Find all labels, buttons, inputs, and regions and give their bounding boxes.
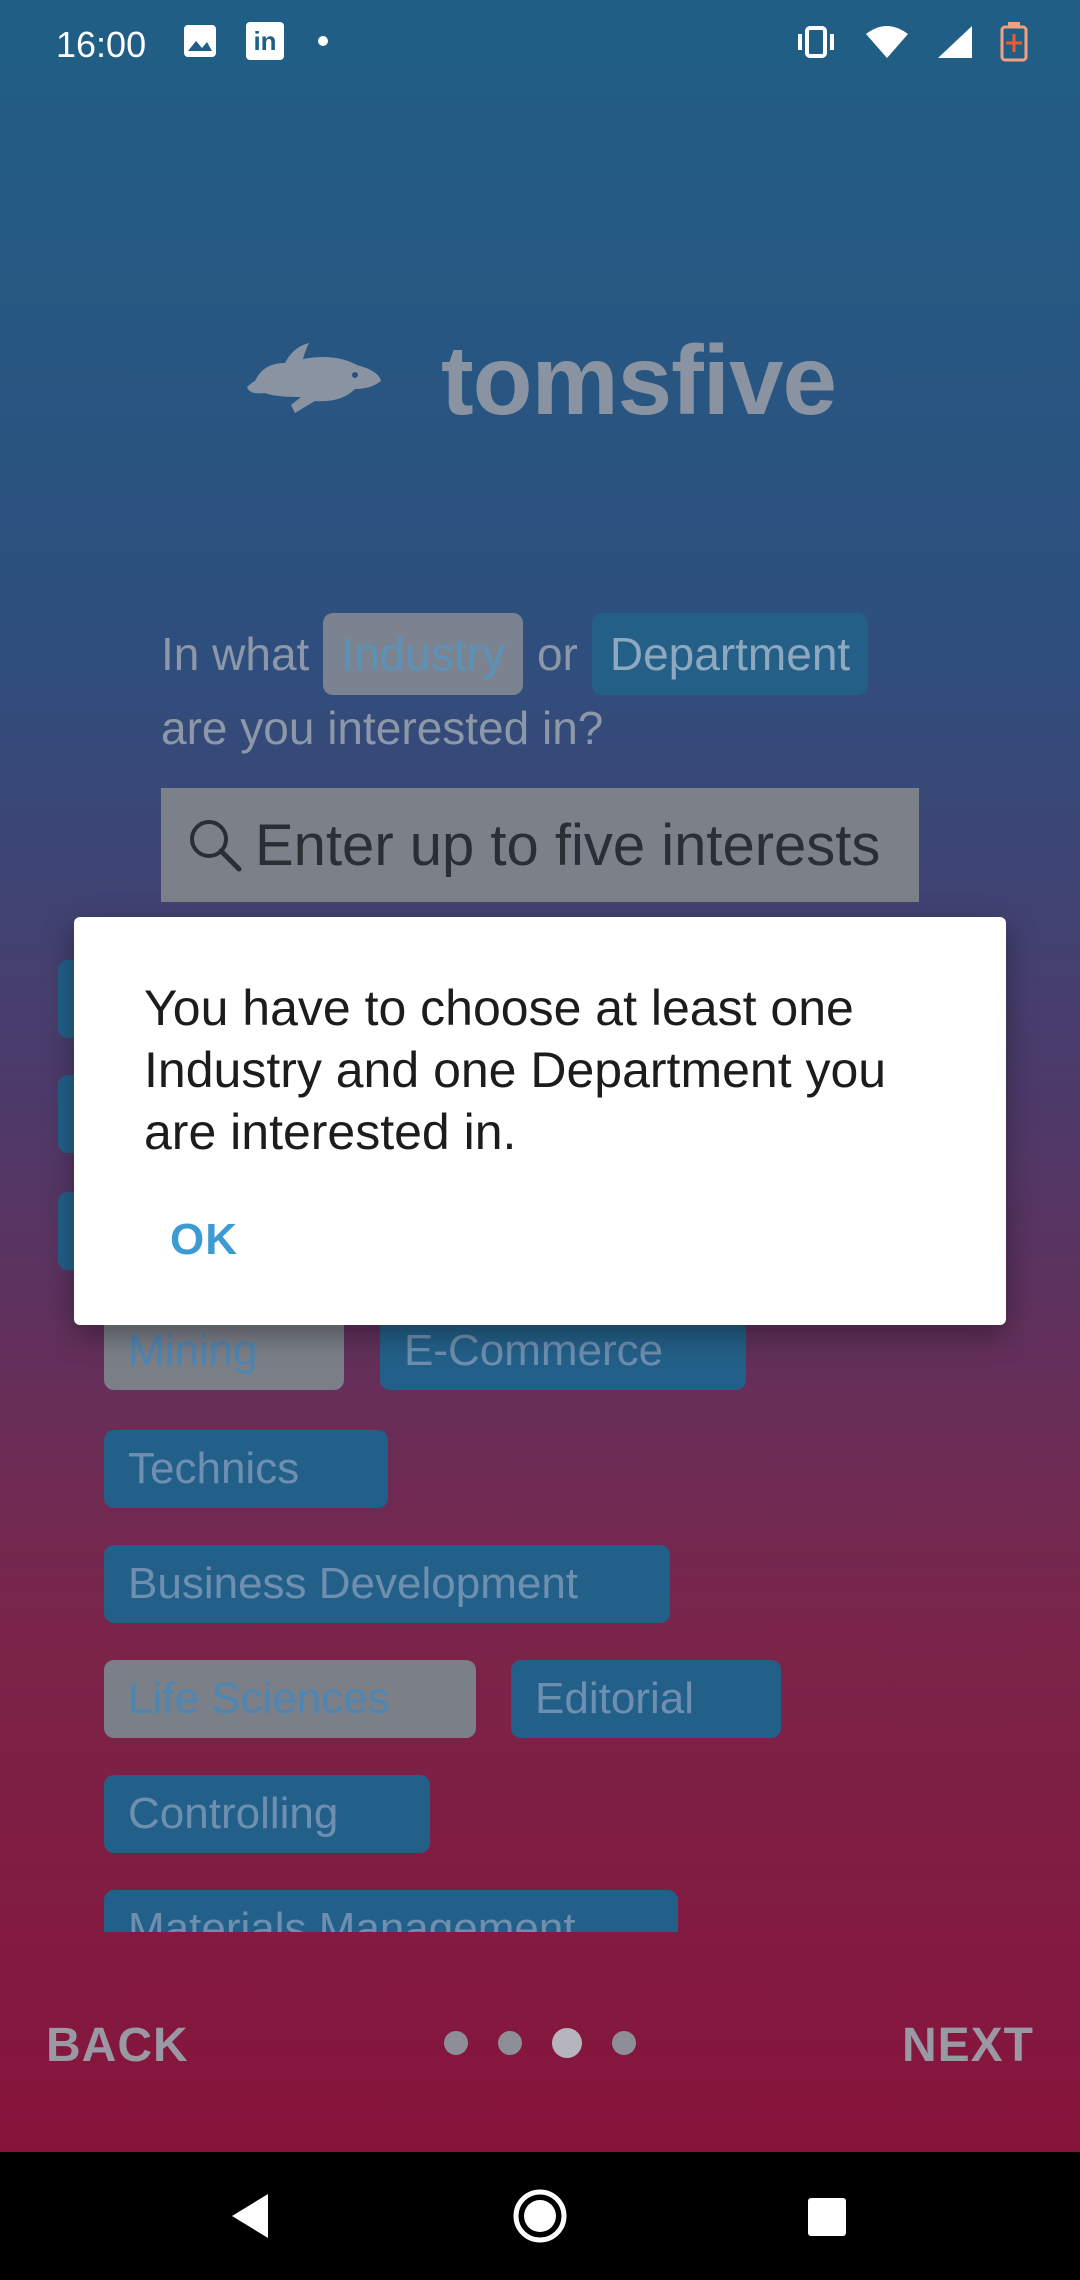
- chip-technics[interactable]: Technics: [104, 1430, 388, 1508]
- chip-editorial[interactable]: Editorial: [511, 1660, 781, 1738]
- back-button[interactable]: BACK: [46, 2018, 189, 2073]
- question-connector: or: [536, 628, 578, 680]
- question-line-1: In what Industry or Department: [161, 613, 941, 695]
- page-dot-4: [612, 2031, 636, 2055]
- question-suffix: are you interested in?: [161, 702, 604, 754]
- back-nav-icon[interactable]: [228, 2192, 272, 2240]
- chip-controlling[interactable]: Controlling: [104, 1775, 430, 1853]
- question-prefix: In what: [161, 628, 310, 680]
- department-pill: Department: [591, 613, 869, 695]
- image-icon: [184, 25, 216, 57]
- status-right-icons: [794, 22, 1028, 62]
- vibrate-icon: [798, 26, 834, 58]
- page-dot-2: [498, 2031, 522, 2055]
- status-time: 16:00: [56, 24, 147, 65]
- search-placeholder: Enter up to five interests: [255, 812, 881, 878]
- battery-icon: [1000, 22, 1028, 62]
- search-icon: [190, 820, 242, 872]
- chip-life-sciences[interactable]: Life Sciences: [104, 1660, 476, 1738]
- dot-icon: [318, 36, 328, 46]
- page-dot-3-active: [552, 2028, 582, 2058]
- page-indicator: [444, 2028, 636, 2058]
- screen: 16:00 in tomsfive In what Industry or De…: [0, 0, 1080, 2280]
- chip-business-development[interactable]: Business Development: [104, 1545, 670, 1623]
- page-dot-1: [444, 2031, 468, 2055]
- wifi-icon: [866, 26, 908, 58]
- alert-dialog: You have to choose at least one Industry…: [74, 917, 1006, 1325]
- signal-icon: [938, 26, 972, 58]
- recents-nav-icon[interactable]: [806, 2196, 848, 2238]
- app-logo: tomsfive: [245, 320, 865, 440]
- logo-text: tomsfive: [441, 324, 837, 435]
- ok-button[interactable]: OK: [170, 1215, 238, 1265]
- interest-question: In what Industry or Department are you i…: [161, 613, 941, 763]
- status-bar: 16:00 in: [0, 0, 1080, 90]
- chip-materials-management[interactable]: Materials Management: [104, 1890, 678, 1932]
- home-nav-icon[interactable]: [512, 2188, 568, 2244]
- rabbit-icon: [247, 343, 381, 413]
- status-left-icons: in: [182, 22, 328, 60]
- linkedin-icon: in: [246, 22, 284, 60]
- dialog-message: You have to choose at least one Industry…: [144, 980, 887, 1160]
- system-navigation-bar: [0, 2152, 1080, 2280]
- next-button[interactable]: NEXT: [902, 2018, 1034, 2073]
- industry-pill: Industry: [323, 613, 523, 695]
